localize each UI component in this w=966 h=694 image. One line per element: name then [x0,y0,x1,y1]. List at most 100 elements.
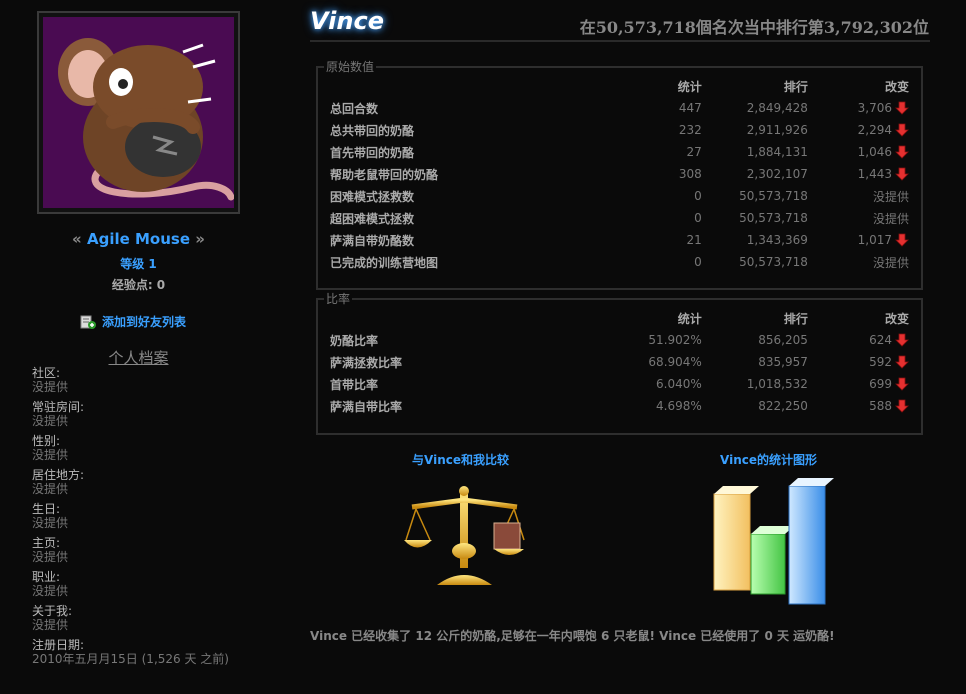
field-value: 没提供 [32,380,69,394]
field-label: 常驻房间: [32,400,85,414]
stat-label: 萨满自带奶酪数 [330,233,415,248]
stat-change: 1,017 [808,229,921,251]
field-label: 社区: [32,366,61,380]
stat-change: 699 [808,373,921,395]
stat-change: 2,294 [808,119,921,141]
down-arrow-icon [895,355,909,369]
ratio-stats-table: 统计 排行 改变 奶酪比率 51.902% 856,205 624 萨满拯救比率 68.9… [318,307,921,417]
table-header-row: 统计 排行 改变 [318,75,921,97]
stat-label: 困难模式拯救数 [330,189,415,204]
field-value: 没提供 [32,618,69,632]
stat-rank: 50,573,718 [739,211,808,225]
table-header-row: 统计 排行 改变 [318,307,921,329]
change-value: 1,443 [857,166,892,181]
compare-link[interactable]: 与Vince和我比较 [412,451,509,468]
title-quote-left: « [72,230,82,248]
stat-value: 51.902% [648,333,702,347]
header-stat: 统计 [677,311,702,326]
change-value: 2,294 [857,122,892,137]
change-value: 1,046 [857,144,892,159]
stat-label: 帮助老鼠带回的奶酪 [330,167,439,182]
stat-change: 没提供 [808,207,921,229]
change-value: 没提供 [872,211,909,226]
header-rank: 排行 [783,311,808,326]
field-value: 没提供 [32,584,69,598]
table-row: 困难模式拯救数 0 50,573,718 没提供 [318,185,921,207]
stat-label: 首带比率 [330,377,379,392]
add-friend-button[interactable]: 添加到好友列表 [80,313,186,330]
change-value: 3,706 [857,100,892,115]
field-value: 没提供 [32,448,69,462]
field-label: 主页: [32,536,61,550]
stat-rank: 856,205 [758,333,808,347]
add-friend-label: 添加到好友列表 [102,315,187,329]
header-change: 改变 [884,79,909,94]
field-value: 没提供 [32,414,69,428]
experience-points: 经验点: 0 [111,278,166,292]
table-row: 已完成的训练营地图 0 50,573,718 没提供 [318,251,921,273]
header-divider [310,40,930,42]
level-label: 等级 1 [120,257,157,271]
stat-rank: 2,302,107 [746,167,808,181]
change-value: 1,017 [857,232,892,247]
stat-value: 308 [678,167,702,181]
table-row: 首带比率 6.040% 1,018,532 699 [318,373,921,395]
stat-change: 1,443 [808,163,921,185]
stat-rank: 822,250 [758,399,808,413]
ratio-stats-body: 奶酪比率 51.902% 856,205 624 萨满拯救比率 68.904% 835,95… [318,329,921,417]
down-arrow-icon [895,101,909,115]
down-arrow-icon [895,399,909,413]
change-value: 624 [869,332,892,347]
table-row: 萨满自带比率 4.698% 822,250 588 [318,395,921,417]
bar-graph-icon[interactable] [709,476,839,608]
stat-label: 总回合数 [330,101,379,116]
stat-value: 27 [686,145,702,159]
stat-label: 奶酪比率 [330,333,379,348]
stat-rank: 1,884,131 [746,145,808,159]
stat-rank: 1,343,369 [746,233,808,247]
profile-heading[interactable]: 个人档案 [37,347,240,368]
table-row: 萨满自带奶酪数 21 1,343,369 1,017 [318,229,921,251]
stat-value: 0 [694,189,702,203]
field-value: 没提供 [32,516,69,530]
stat-change: 1,046 [808,141,921,163]
header-rank: 排行 [783,79,808,94]
change-value: 699 [869,376,892,391]
change-value: 没提供 [872,255,909,270]
stat-label: 超困难模式拯救 [330,211,415,226]
stat-label: 总共带回的奶酪 [330,123,415,138]
stat-rank: 50,573,718 [739,255,808,269]
avatar [43,17,234,208]
stat-rank: 2,911,926 [746,123,808,137]
stat-value: 0 [694,255,702,269]
stat-change: 624 [808,329,921,351]
stat-rank: 50,573,718 [739,189,808,203]
title-quote-right: » [195,230,205,248]
stat-change: 没提供 [808,185,921,207]
profile-field-registered: 注册日期: 2010年五月月15日 (1,526 天 之前) [32,638,242,666]
player-name: Vince [310,7,384,35]
down-arrow-icon [895,167,909,181]
balance-scale-icon[interactable] [402,485,527,590]
table-row: 萨满拯救比率 68.904% 835,957 592 [318,351,921,373]
stat-value: 68.904% [648,355,702,369]
stat-label: 萨满拯救比率 [330,355,403,370]
mouse-title: « Agile Mouse » [37,230,240,248]
profile-field-homepage: 主页: 没提供 [32,536,242,564]
ratio-stats-legend: 比率 [326,292,351,306]
stat-label: 首先带回的奶酪 [330,145,415,160]
profile-field-room: 常驻房间: 没提供 [32,400,242,428]
field-label: 生日: [32,502,61,516]
stat-change: 588 [808,395,921,417]
stat-value: 21 [686,233,702,247]
stat-rank: 1,018,532 [746,377,808,391]
profile-field-occupation: 职业: 没提供 [32,570,242,598]
stat-value: 6.040% [656,377,702,391]
field-label: 性别: [32,434,61,448]
change-value: 588 [869,398,892,413]
title-text: Agile Mouse [86,230,191,248]
profile-fields: 社区: 没提供 常驻房间: 没提供 性别: 没提供 居住地方: 没提供 生日: … [32,366,242,672]
raw-stats-table: 统计 排行 改变 总回合数 447 2,849,428 3,706 总共带回的奶酪 232… [318,75,921,273]
down-arrow-icon [895,377,909,391]
stat-graphs-link[interactable]: Vince的统计图形 [720,451,817,468]
